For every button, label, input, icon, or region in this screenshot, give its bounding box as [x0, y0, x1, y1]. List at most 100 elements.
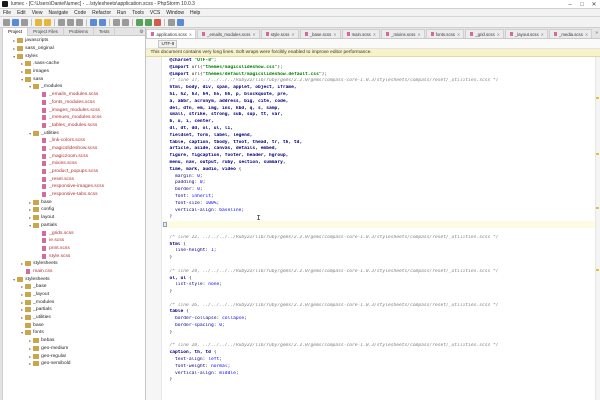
close-tab-icon[interactable]: ✕: [541, 32, 544, 37]
redo-icon[interactable]: [44, 18, 51, 26]
code-line[interactable]: [162, 228, 600, 235]
tree-item[interactable]: print.scss: [3, 245, 145, 253]
code-line[interactable]: font-size: 100%;: [162, 201, 600, 208]
close-tab-icon[interactable]: ✕: [333, 32, 336, 37]
close-tab-icon[interactable]: ✕: [252, 32, 255, 37]
tree-item[interactable]: ▸ bebas: [3, 337, 145, 345]
tree-item[interactable]: ▸ _partials: [3, 306, 145, 314]
tree-item[interactable]: _link-colors.scss: [3, 137, 145, 145]
code-line[interactable]: /* line 28, ../../../../Ruby22/lib/ruby/…: [162, 343, 600, 350]
warning-marker[interactable]: [596, 97, 599, 99]
tree-item[interactable]: ▾ styles: [3, 52, 145, 60]
code-line[interactable]: menu, nav, output, ruby, section, summar…: [162, 160, 600, 167]
replace-icon[interactable]: [99, 18, 106, 26]
warning-marker[interactable]: [596, 153, 599, 155]
code-line[interactable]: font: inherit;: [162, 194, 600, 201]
code-line[interactable]: @import url("themes/default/magicslidesh…: [162, 72, 600, 79]
code-line[interactable]: border-spacing: 0;: [162, 323, 600, 330]
close-tab-icon[interactable]: ✕: [417, 32, 420, 37]
settings-icon[interactable]: [168, 18, 175, 26]
tree-item[interactable]: _reset.scss: [3, 175, 145, 183]
more-tabs-button[interactable]: »: [593, 30, 600, 36]
line-gutter[interactable]: [146, 57, 163, 400]
tree-item[interactable]: ▸ geo-regular: [3, 352, 145, 360]
code-line[interactable]: text-align: left;: [162, 357, 600, 364]
editor-tab[interactable]: fonts.scss ✕: [425, 29, 465, 38]
tree-item[interactable]: _fonts_modules.scss: [3, 99, 145, 107]
code-line[interactable]: }: [162, 330, 600, 337]
code-line[interactable]: article, aside, canvas, details, embed,: [162, 146, 600, 153]
code-line[interactable]: h1, h2, h3, h4, h5, h6, p, blockquote, p…: [162, 92, 600, 99]
warning-marker[interactable]: [596, 269, 599, 271]
tree-item[interactable]: _emails_modules.scss: [3, 91, 145, 99]
tree-item[interactable]: ▾ sass: [3, 75, 145, 83]
tree-item[interactable]: _images_modules.scss: [3, 106, 145, 114]
paste-icon[interactable]: [76, 18, 83, 26]
tree-item[interactable]: ▸ _base: [3, 283, 145, 291]
tab-project-files[interactable]: Project Files: [28, 27, 64, 36]
close-tab-icon[interactable]: ✕: [457, 32, 460, 37]
code-line[interactable]: fieldset, form, label, legend,: [162, 133, 600, 140]
close-tab-icon[interactable]: ✕: [373, 32, 376, 37]
editor-tab[interactable]: _mixins.scss ✕: [381, 29, 425, 38]
menu-vcs[interactable]: VCS: [147, 10, 163, 16]
tab-tests[interactable]: Tests: [94, 27, 116, 36]
debug-icon[interactable]: [145, 18, 152, 26]
editor-tab[interactable]: _layout.scss ✕: [504, 29, 548, 38]
editor-tab[interactable]: _base.scss ✕: [299, 29, 341, 38]
code-line[interactable]: @import url("themes/magicslideshow.css")…: [162, 65, 600, 72]
code-line[interactable]: @charset "UTF-8";: [162, 58, 600, 65]
menu-refactor[interactable]: Refactor: [89, 10, 114, 16]
close-window-button[interactable]: ✕: [588, 0, 600, 9]
tree-item[interactable]: ▸ stylesheets: [3, 260, 145, 268]
tree-item[interactable]: ▾ fonts: [3, 329, 145, 337]
encoding-crumb[interactable]: UTF-8: [158, 39, 178, 48]
code-line[interactable]: /* line 24, ../../../../Ruby22/lib/ruby/…: [162, 269, 600, 276]
copy-icon[interactable]: [67, 18, 74, 26]
tree-item[interactable]: _product_popups.scss: [3, 168, 145, 176]
menu-navigate[interactable]: Navigate: [45, 10, 71, 16]
tab-problems[interactable]: Problems: [64, 27, 94, 36]
tree-item[interactable]: ie.scss: [3, 237, 145, 245]
close-tab-icon[interactable]: ✕: [189, 32, 192, 37]
code-line[interactable]: border: 0;: [162, 187, 600, 194]
code-area[interactable]: I @charset "UTF-8"; @import url("themes/m…: [146, 57, 600, 400]
tree-item[interactable]: _tables_modules.scss: [3, 122, 145, 130]
editor-tab[interactable]: style.scss ✕: [260, 29, 299, 38]
code-line[interactable]: table {: [162, 309, 600, 316]
code-line[interactable]: html, body, div, span, applet, object, i…: [162, 85, 600, 92]
tree-item[interactable]: _responsive-tabs.scss: [3, 191, 145, 199]
code-line[interactable]: }: [162, 214, 600, 221]
error-stripe[interactable]: [595, 57, 600, 400]
code-line[interactable]: [162, 221, 600, 228]
tree-item[interactable]: _magicslideshow.scss: [3, 145, 145, 153]
code-line[interactable]: [162, 296, 600, 303]
menu-help[interactable]: Help: [187, 10, 203, 16]
undo-icon[interactable]: [35, 18, 42, 26]
minimize-button[interactable]: –: [564, 0, 576, 9]
code-line[interactable]: /* line 17, ../../../../Ruby22/lib/ruby/…: [162, 78, 600, 85]
back-icon[interactable]: [113, 18, 120, 26]
tree-item[interactable]: style.scss: [3, 252, 145, 260]
stop-icon[interactable]: [154, 18, 161, 26]
cut-icon[interactable]: [58, 18, 65, 26]
warning-marker[interactable]: [596, 207, 599, 209]
run-icon[interactable]: [136, 18, 143, 26]
tree-item[interactable]: ▾ _modules: [3, 83, 145, 91]
tree-item[interactable]: ▸ _utilities: [3, 314, 145, 322]
close-tab-icon[interactable]: ✕: [291, 32, 294, 37]
close-tab-icon[interactable]: ✕: [585, 32, 588, 37]
help-icon[interactable]: [177, 18, 184, 26]
editor-tab[interactable]: _emails_modules.scss ✕: [197, 29, 260, 38]
code-line[interactable]: del, dfn, em, img, ins, kbd, q, s, samp,: [162, 106, 600, 113]
tree-item[interactable]: ▸ _modules: [3, 298, 145, 306]
code-line[interactable]: vertical-align: baseline;: [162, 208, 600, 215]
editor-tab[interactable]: _grid.scss ✕: [465, 29, 504, 38]
code-line[interactable]: small, strike, strong, sub, sup, tt, var…: [162, 112, 600, 119]
code-line[interactable]: /* line 22, ../../../../Ruby22/lib/ruby/…: [162, 235, 600, 242]
code-line[interactable]: time, mark, audio, video {: [162, 167, 600, 174]
menu-file[interactable]: File: [0, 10, 14, 16]
code-line[interactable]: vertical-align: middle;: [162, 371, 600, 378]
editor-tab[interactable]: _media.scss ✕: [548, 29, 593, 38]
tree-item[interactable]: _grids.scss: [3, 229, 145, 237]
